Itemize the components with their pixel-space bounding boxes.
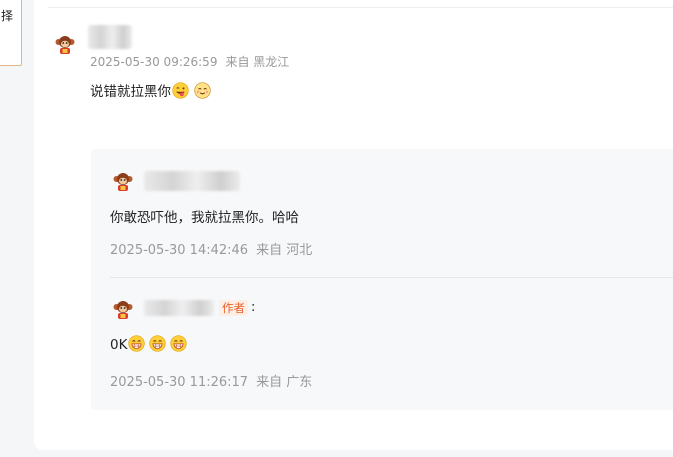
- reply-text: 0K: [110, 337, 128, 353]
- reply-timestamp: 2025-05-30 14:42:46: [110, 243, 249, 258]
- grin-emoji-icon: [128, 335, 146, 352]
- grin-emoji-icon: [149, 335, 167, 352]
- comment-text-row: 说错就拉黑你: [90, 80, 211, 100]
- comment-location: 来自 黑龙江: [225, 55, 290, 69]
- monkey-avatar-icon[interactable]: [112, 298, 134, 320]
- name-colon: :: [251, 300, 256, 315]
- smile-emoji-icon: [194, 82, 211, 99]
- comment-timestamp: 2025-05-30 09:26:59: [90, 55, 218, 69]
- reply-location: 来自 河北: [256, 243, 313, 258]
- reply-divider: [110, 277, 673, 278]
- reply-meta: 2025-05-30 14:42:46 来自 河北: [110, 239, 312, 258]
- monkey-avatar-icon[interactable]: [112, 170, 134, 192]
- tongue-wink-emoji-icon: [172, 82, 189, 99]
- comment-meta: 2025-05-30 09:26:59 来自 黑龙江: [90, 53, 289, 70]
- monkey-avatar-icon[interactable]: [54, 33, 76, 55]
- top-divider: [48, 7, 673, 8]
- grin-emoji-icon: [170, 335, 188, 352]
- reply-text: 你敢恐吓他，我就拉黑你。哈哈: [110, 210, 299, 226]
- side-card-fragment: 择: [0, 0, 22, 66]
- author-badge: 作者: [219, 300, 248, 316]
- reply-timestamp: 2025-05-30 11:26:17: [110, 375, 249, 390]
- redacted-username[interactable]: [88, 25, 132, 49]
- redacted-username[interactable]: [144, 171, 240, 191]
- reply-location: 来自 广东: [256, 375, 313, 390]
- comment-text: 说错就拉黑你: [90, 84, 171, 100]
- redacted-username[interactable]: [144, 300, 214, 316]
- side-card-text: 择: [1, 9, 14, 23]
- reply-meta: 2025-05-30 11:26:17 来自 广东: [110, 371, 312, 390]
- reply-text-row: 0K: [110, 335, 188, 353]
